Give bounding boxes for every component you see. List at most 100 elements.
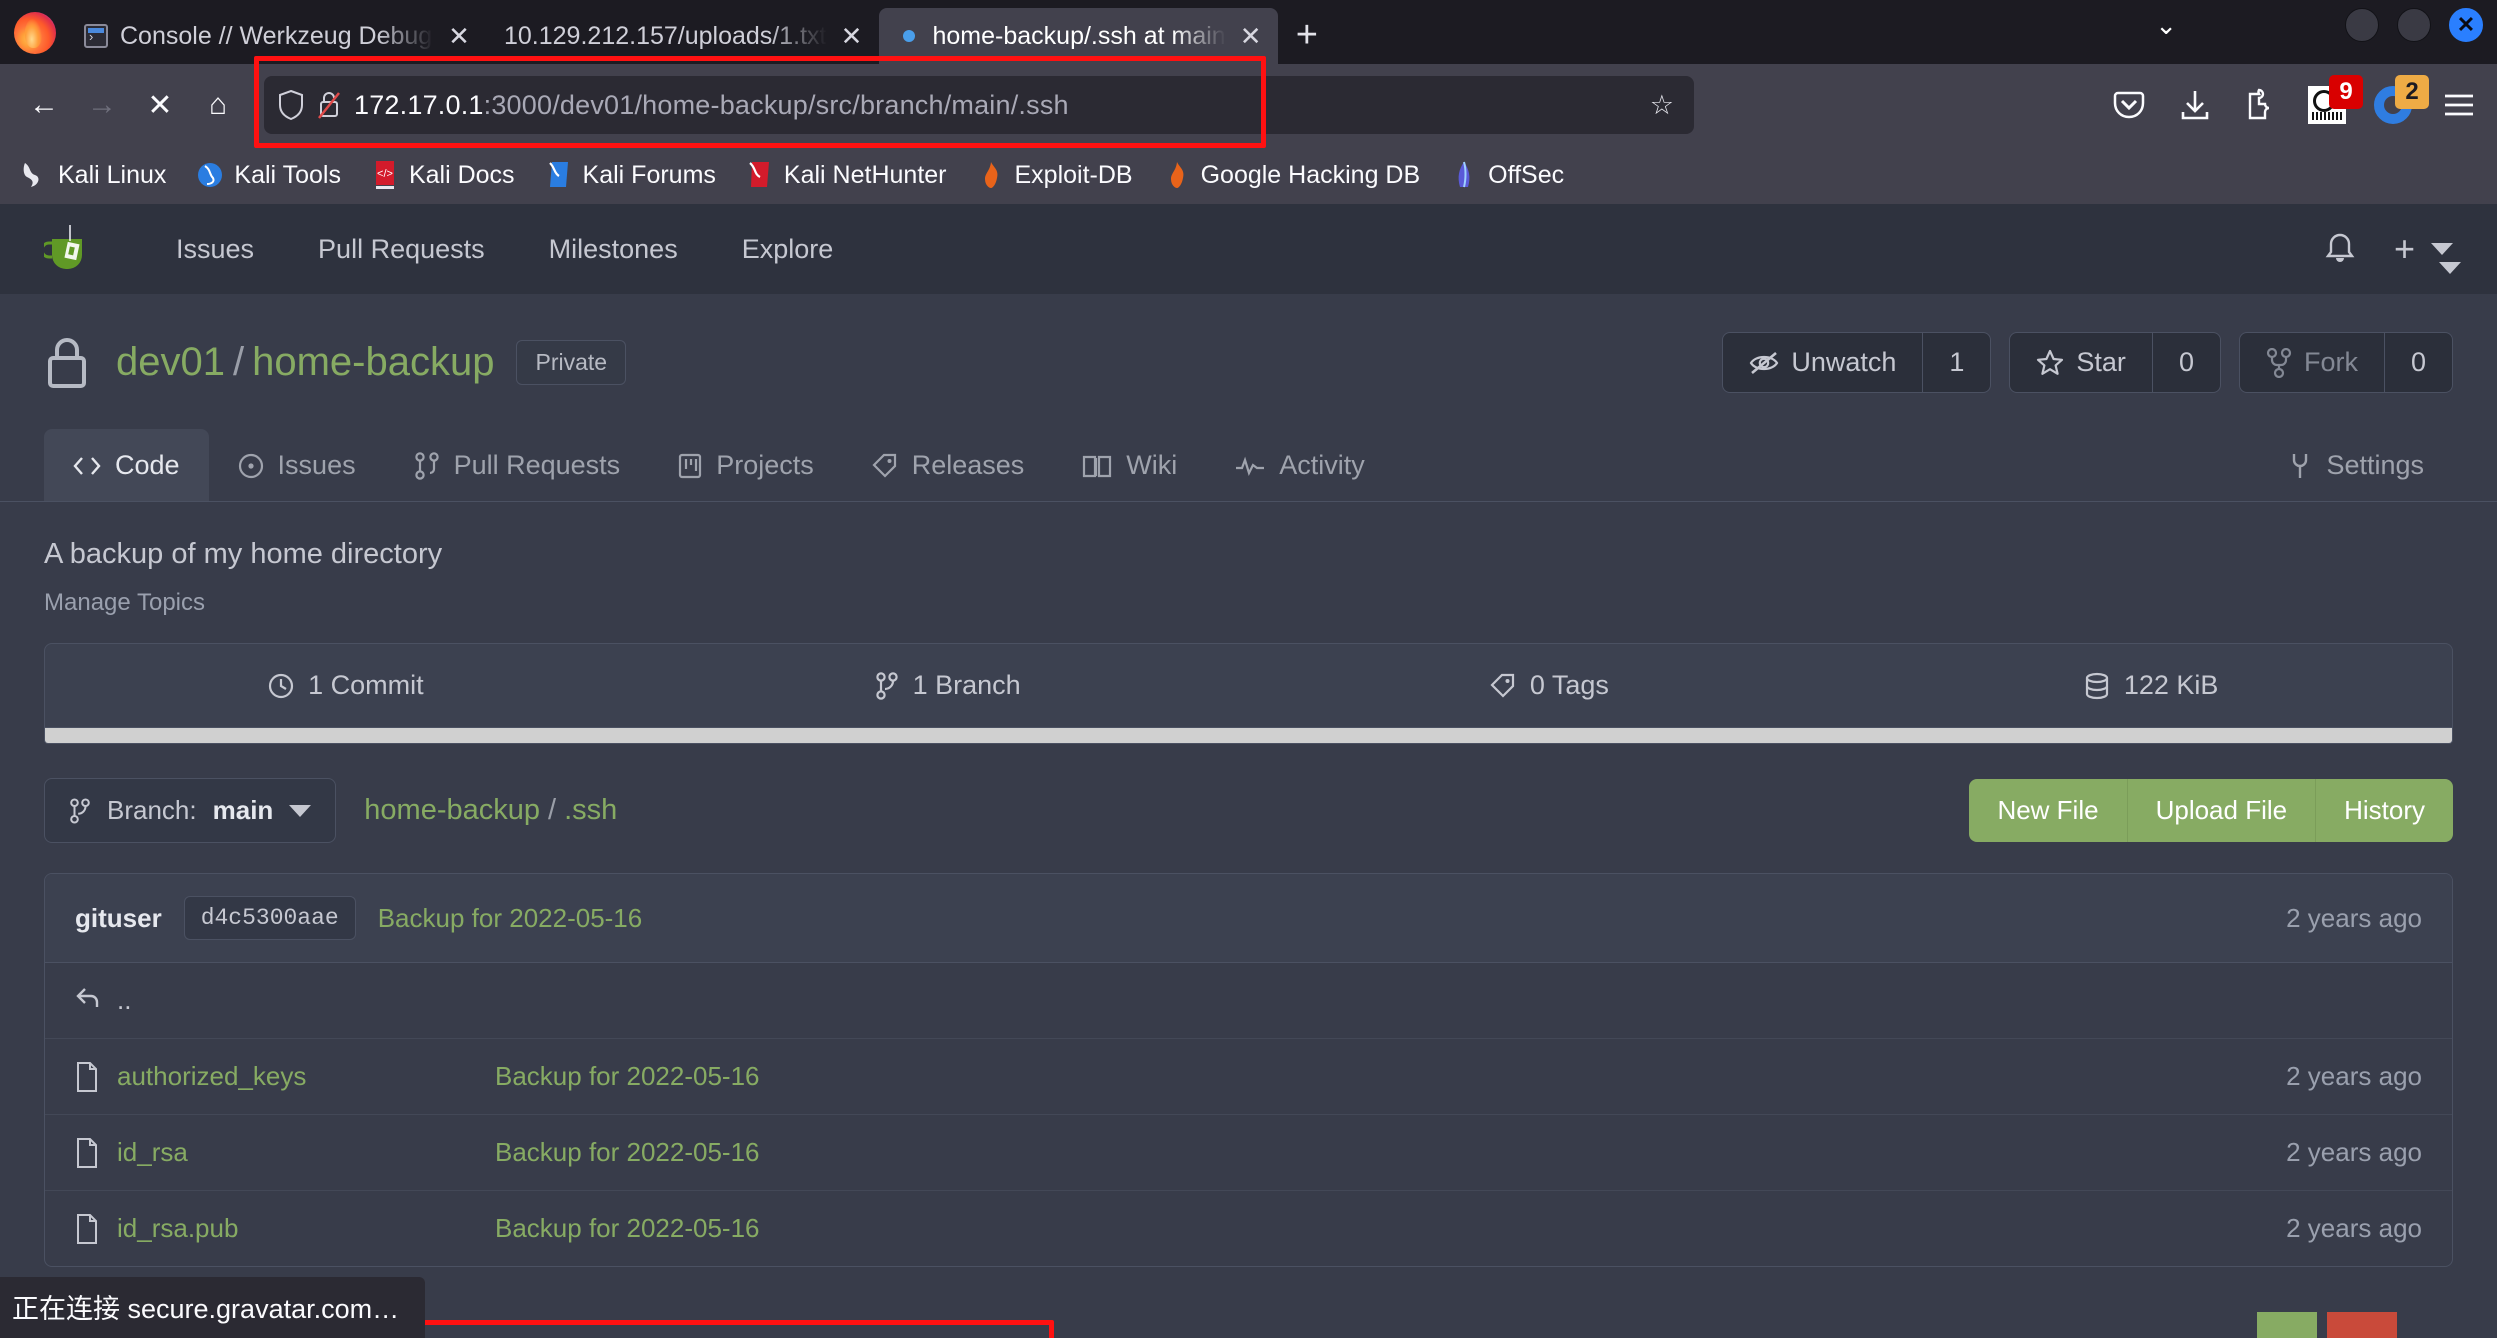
stat-label: 1 Commit: [308, 670, 424, 701]
branch-selector[interactable]: Branch: main: [44, 778, 336, 843]
tab-pull-requests[interactable]: Pull Requests: [385, 429, 650, 501]
close-window-button[interactable]: ✕: [2449, 8, 2483, 42]
file-commit-message[interactable]: Backup for 2022-05-16: [495, 1213, 2286, 1244]
tab-label: Pull Requests: [454, 450, 621, 481]
upload-file-button[interactable]: Upload File: [2128, 779, 2317, 842]
nav-item-milestones[interactable]: Milestones: [517, 234, 710, 265]
tab-label: Releases: [912, 450, 1025, 481]
unwatch-button[interactable]: Unwatch: [1723, 333, 1922, 392]
gitea-teacup-logo[interactable]: [44, 223, 96, 275]
star-button[interactable]: Star: [2010, 333, 2152, 392]
stop-button[interactable]: ✕: [134, 79, 186, 131]
back-button[interactable]: ←: [18, 79, 70, 131]
url-path: :3000/dev01/home-backup/src/branch/main/…: [484, 90, 1069, 120]
bookmark-kali-docs[interactable]: </> Kali Docs: [371, 161, 515, 190]
file-commit-message[interactable]: Backup for 2022-05-16: [495, 1137, 2286, 1168]
firefox-logo-icon: [14, 12, 56, 54]
fork-button[interactable]: Fork: [2240, 333, 2384, 392]
nav-item-issues[interactable]: Issues: [144, 234, 286, 265]
qr-addon-icon[interactable]: 9: [2307, 85, 2347, 125]
file-action-buttons: New File Upload File History: [1969, 779, 2453, 842]
downloads-icon[interactable]: [2175, 85, 2215, 125]
chevron-down-icon: [289, 805, 311, 817]
commit-message[interactable]: Backup for 2022-05-16: [378, 903, 643, 934]
new-tab-button[interactable]: +: [1278, 16, 1338, 64]
flame-icon: [1163, 161, 1191, 189]
bookmark-label: Kali Docs: [409, 161, 515, 190]
fork-count[interactable]: 0: [2384, 333, 2452, 392]
history-button[interactable]: History: [2316, 779, 2453, 842]
minimize-button[interactable]: [2345, 8, 2379, 42]
tab-settings[interactable]: Settings: [2259, 429, 2453, 501]
sync-badge-count: 2: [2395, 75, 2429, 109]
hamburger-menu-icon[interactable]: [2439, 85, 2479, 125]
firefox-window: Console // Werkzeug Debugger ✕ 10.129.21…: [0, 0, 2497, 1338]
avatar-chevron-down-icon[interactable]: [2439, 262, 2461, 274]
file-commit-message[interactable]: Backup for 2022-05-16: [495, 1061, 2286, 1092]
url-text: 172.17.0.1:3000/dev01/home-backup/src/br…: [354, 90, 1069, 121]
lock-broken-icon[interactable]: [316, 90, 342, 120]
stat-tags[interactable]: 0 Tags: [1249, 644, 1851, 727]
address-bar[interactable]: 172.17.0.1:3000/dev01/home-backup/src/br…: [264, 76, 1694, 134]
bell-icon[interactable]: [2324, 232, 2356, 266]
bookmark-offsec[interactable]: OffSec: [1450, 161, 1564, 190]
browser-tab-0[interactable]: Console // Werkzeug Debugger ✕: [66, 8, 486, 64]
kali-forums-icon: [545, 161, 573, 189]
tab-releases[interactable]: Releases: [843, 429, 1054, 501]
bookmark-exploit-db[interactable]: Exploit-DB: [977, 161, 1133, 190]
bookmark-kali-tools[interactable]: Kali Tools: [196, 161, 341, 190]
bookmark-kali-forums[interactable]: Kali Forums: [545, 161, 716, 190]
close-icon[interactable]: ✕: [446, 23, 472, 49]
breadcrumb-root[interactable]: home-backup: [364, 794, 540, 826]
manage-topics-link[interactable]: Manage Topics: [44, 589, 2453, 617]
bookmark-google-hacking-db[interactable]: Google Hacking DB: [1163, 161, 1421, 190]
tab-projects[interactable]: Projects: [649, 429, 843, 501]
forward-button[interactable]: →: [76, 79, 128, 131]
watch-count[interactable]: 1: [1922, 333, 1990, 392]
tab-wiki[interactable]: Wiki: [1053, 429, 1206, 501]
file-name-cell[interactable]: id_rsa.pub: [75, 1213, 495, 1244]
nav-item-explore[interactable]: Explore: [710, 234, 866, 265]
sync-circle-icon[interactable]: 2: [2373, 85, 2413, 125]
stat-commits[interactable]: 1 Commit: [45, 644, 647, 727]
tab-activity[interactable]: Activity: [1206, 429, 1394, 501]
file-name-cell[interactable]: ..: [75, 985, 495, 1016]
console-icon: [84, 24, 108, 48]
bookmark-star-icon[interactable]: ☆: [1650, 90, 1680, 121]
browser-tab-1[interactable]: 10.129.212.157/uploads/1.txt ✕: [486, 8, 879, 64]
tab-label: Projects: [716, 450, 814, 481]
pocket-icon[interactable]: [2109, 85, 2149, 125]
home-button[interactable]: ⌂: [192, 79, 244, 131]
taskbar-indicator-red: [2327, 1312, 2397, 1338]
close-icon[interactable]: ✕: [1238, 23, 1264, 49]
stat-size[interactable]: 122 KiB: [1850, 644, 2452, 727]
close-icon[interactable]: ✕: [839, 23, 865, 49]
bookmark-kali-linux[interactable]: Kali Linux: [20, 161, 166, 190]
repo-name-link[interactable]: home-backup: [252, 340, 494, 384]
star-count[interactable]: 0: [2152, 333, 2220, 392]
list-all-tabs-icon[interactable]: ⌄: [2155, 10, 2177, 41]
window-controls: ⌄ ✕: [2155, 8, 2483, 42]
browser-tab-2[interactable]: home-backup/.ssh at main ✕: [879, 8, 1278, 64]
addon-badge-count: 9: [2329, 75, 2363, 109]
extensions-icon[interactable]: [2241, 85, 2281, 125]
file-name-cell[interactable]: id_rsa: [75, 1137, 495, 1168]
fork-label: Fork: [2304, 347, 2358, 378]
table-row[interactable]: authorized_keys Backup for 2022-05-16 2 …: [45, 1039, 2452, 1115]
file-name-cell[interactable]: authorized_keys: [75, 1061, 495, 1092]
maximize-button[interactable]: [2397, 8, 2431, 42]
tab-issues[interactable]: Issues: [209, 429, 385, 501]
new-file-button[interactable]: New File: [1969, 779, 2127, 842]
commit-sha[interactable]: d4c5300aae: [184, 896, 356, 940]
table-row[interactable]: id_rsa Backup for 2022-05-16 2 years ago: [45, 1115, 2452, 1191]
commit-author[interactable]: gituser: [75, 903, 162, 934]
shield-icon[interactable]: [278, 90, 304, 120]
bookmark-kali-nethunter[interactable]: Kali NetHunter: [746, 161, 947, 190]
tab-code[interactable]: Code: [44, 429, 209, 501]
stat-branches[interactable]: 1 Branch: [647, 644, 1249, 727]
nav-item-pull-requests[interactable]: Pull Requests: [286, 234, 517, 265]
kali-docs-icon: </>: [371, 161, 399, 189]
table-row[interactable]: ..: [45, 963, 2452, 1039]
repo-owner-link[interactable]: dev01: [116, 340, 225, 384]
table-row[interactable]: id_rsa.pub Backup for 2022-05-16 2 years…: [45, 1191, 2452, 1266]
